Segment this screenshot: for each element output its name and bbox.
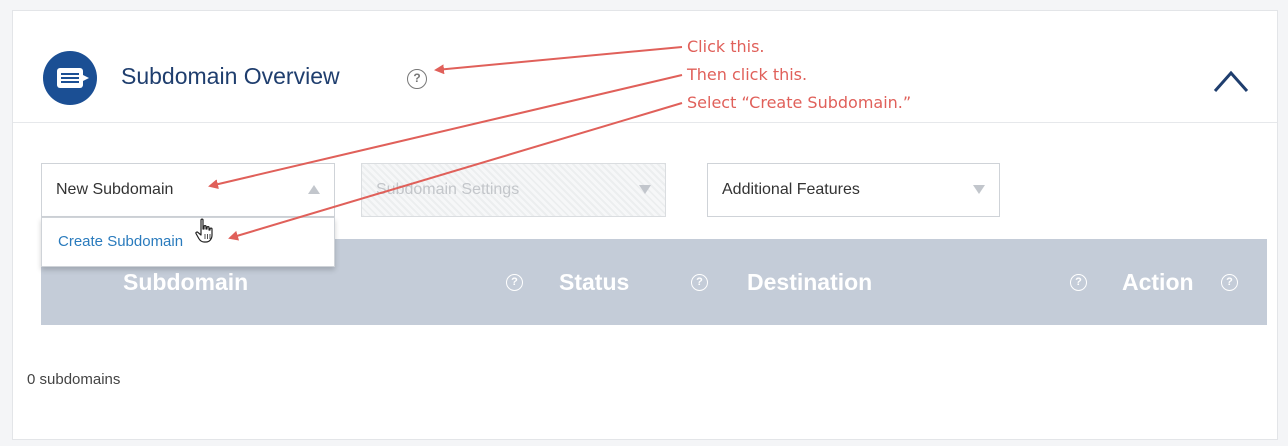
help-icon[interactable]: ? <box>1070 274 1087 291</box>
create-subdomain-menu-item[interactable]: Create Subdomain <box>58 233 183 250</box>
new-subdomain-menu: Create Subdomain <box>41 217 335 267</box>
hand-cursor-icon <box>195 218 213 243</box>
new-subdomain-label: New Subdomain <box>56 181 174 198</box>
chevron-up-icon <box>1213 70 1249 92</box>
column-header-status[interactable]: Status <box>559 269 629 296</box>
additional-features-label: Additional Features <box>722 181 860 198</box>
page-title: Subdomain Overview <box>121 63 340 89</box>
help-icon[interactable]: ? <box>407 69 427 89</box>
annotation-step-2: Then click this. <box>687 65 808 84</box>
subdomain-settings-label: Subdomain Settings <box>376 181 520 198</box>
help-icon[interactable]: ? <box>1221 274 1238 291</box>
document-list-icon <box>43 51 97 105</box>
caret-up-icon <box>308 185 320 194</box>
caret-down-icon <box>639 185 651 194</box>
annotation-step-3: Select “Create Subdomain.” <box>687 93 912 112</box>
annotation-step-1: Click this. <box>687 37 765 56</box>
column-header-subdomain[interactable]: Subdomain <box>123 269 248 296</box>
panel-header: Subdomain Overview ? <box>13 11 1277 123</box>
new-subdomain-dropdown[interactable]: New Subdomain <box>41 163 335 217</box>
caret-down-icon <box>973 185 985 194</box>
collapse-button[interactable] <box>1209 63 1253 99</box>
column-header-action[interactable]: Action <box>1122 269 1194 296</box>
column-header-destination[interactable]: Destination <box>747 269 872 296</box>
help-icon[interactable]: ? <box>691 274 708 291</box>
subdomain-count: 0 subdomains <box>27 371 121 388</box>
help-icon[interactable]: ? <box>506 274 523 291</box>
additional-features-dropdown[interactable]: Additional Features <box>707 163 1000 217</box>
subdomain-settings-dropdown: Subdomain Settings <box>361 163 666 217</box>
